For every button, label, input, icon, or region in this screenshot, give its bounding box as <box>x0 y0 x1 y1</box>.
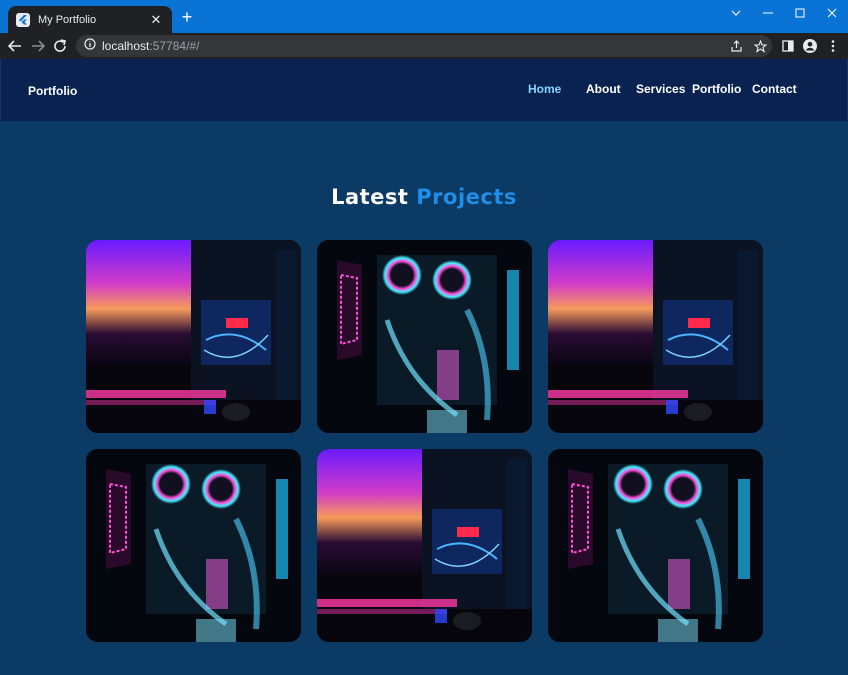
close-tab-icon[interactable]: ✕ <box>148 12 164 28</box>
new-tab-button[interactable]: + <box>178 8 196 26</box>
tab-search-icon[interactable] <box>724 3 748 23</box>
browser-tab[interactable]: My Portfolio ✕ <box>8 6 172 33</box>
nav-link-portfolio[interactable]: Portfolio <box>692 82 741 96</box>
url-host: localhost <box>102 39 150 53</box>
site-navbar: Portfolio Home About Services Portfolio … <box>1 59 847 121</box>
project-card-3[interactable] <box>548 240 763 433</box>
site-info-icon[interactable] <box>84 37 96 55</box>
section-title: Latest Projects <box>1 185 847 209</box>
section-title-part2: Projects <box>416 185 517 209</box>
section-title-part1: Latest <box>331 185 409 209</box>
project-image-5 <box>317 449 532 642</box>
project-card-1[interactable] <box>86 240 301 433</box>
nav-link-services[interactable]: Services <box>636 82 685 96</box>
project-card-4[interactable] <box>86 449 301 642</box>
project-image-4 <box>86 449 301 642</box>
nav-link-contact[interactable]: Contact <box>752 82 797 96</box>
minimize-button[interactable] <box>756 3 780 23</box>
site-brand[interactable]: Portfolio <box>28 84 77 98</box>
project-card-5[interactable] <box>317 449 532 642</box>
address-bar[interactable]: localhost:57784/#/ <box>76 35 772 57</box>
browser-titlebar: My Portfolio ✕ + <box>0 0 848 33</box>
maximize-button[interactable] <box>788 3 812 23</box>
forward-arrow-icon[interactable] <box>29 37 47 55</box>
project-image-6 <box>548 449 763 642</box>
bookmark-star-icon[interactable] <box>752 38 768 54</box>
project-card-2[interactable] <box>317 240 532 433</box>
project-image-3 <box>548 240 763 433</box>
back-arrow-icon[interactable] <box>6 37 24 55</box>
reload-icon[interactable] <box>51 37 69 55</box>
side-panel-icon[interactable] <box>779 37 797 55</box>
nav-link-about[interactable]: About <box>586 82 621 96</box>
tab-title: My Portfolio <box>38 13 97 26</box>
share-icon[interactable] <box>728 38 744 54</box>
nav-link-home[interactable]: Home <box>528 82 561 96</box>
project-image-2 <box>317 240 532 433</box>
url-text[interactable]: localhost:57784/#/ <box>102 39 199 53</box>
url-path: :57784/#/ <box>149 39 200 53</box>
flutter-favicon-icon <box>16 12 30 27</box>
project-image-1 <box>86 240 301 433</box>
more-menu-icon[interactable] <box>824 37 842 55</box>
project-card-6[interactable] <box>548 449 763 642</box>
browser-toolbar: localhost:57784/#/ <box>0 33 848 59</box>
close-window-button[interactable] <box>820 3 844 23</box>
profile-avatar-icon[interactable] <box>801 37 819 55</box>
